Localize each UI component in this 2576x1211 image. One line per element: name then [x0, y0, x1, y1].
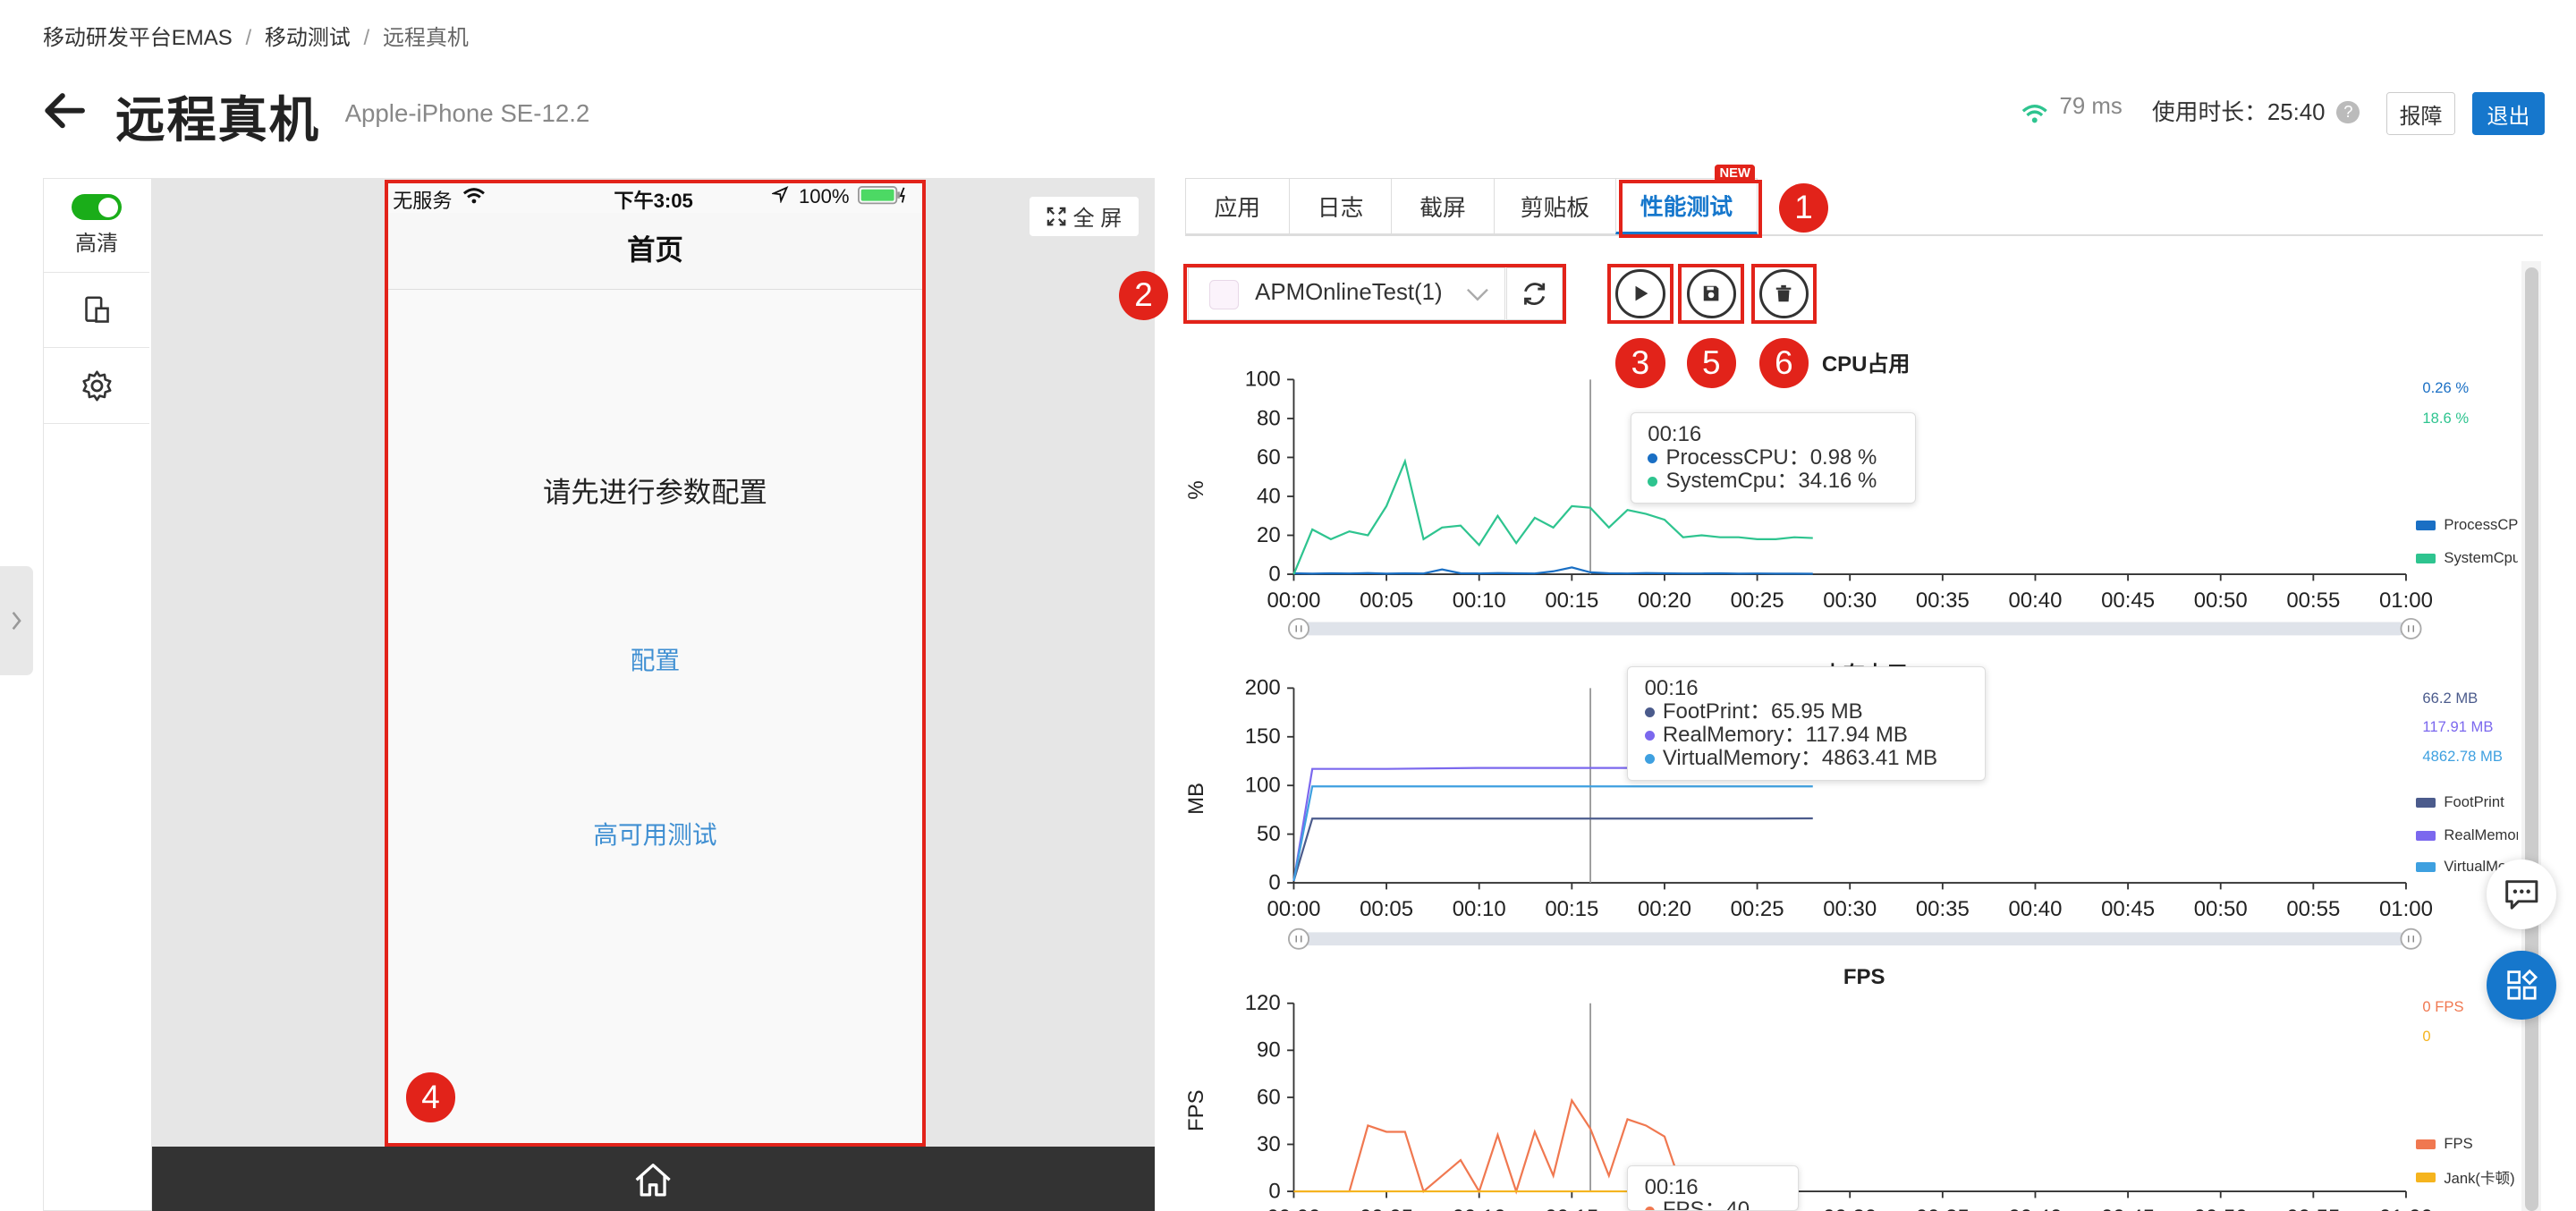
memory-tooltip-line: FootPrint：65.95 MB [1645, 700, 1969, 724]
fps-x-tick-label: 00:35 [1916, 1206, 1970, 1211]
cpu-tooltip-line: ProcessCPU：0.98 % [1648, 446, 1898, 470]
fps-y-tick-label: 30 [1257, 1132, 1281, 1156]
grid-apps-icon [2505, 969, 2538, 1002]
memory-x-tick-label: 00:50 [2194, 897, 2248, 921]
chat-icon [2504, 878, 2540, 911]
memory-x-tick-label: 00:15 [1545, 897, 1598, 921]
cpu-series-line-0 [1293, 567, 1812, 573]
cpu-tooltip-line: SystemCpu：34.16 % [1648, 470, 1898, 493]
chat-fab-button[interactable] [2487, 860, 2555, 928]
cpu-x-tick-label: 00:30 [1823, 589, 1877, 613]
cpu-x-tick-label: 00:10 [1453, 589, 1506, 613]
memory-x-tick-label: 00:30 [1823, 897, 1877, 921]
legend-item-fps[interactable]: FPS [2416, 1135, 2473, 1153]
memory-x-tick-label: 00:20 [1638, 897, 1691, 921]
memory-y-tick-label: 100 [1245, 774, 1281, 798]
fps-x-tick-label: 00:45 [2101, 1206, 2155, 1211]
cpu-tooltip-time: 00:16 [1648, 423, 1898, 446]
cpu-x-tick-label: 00:05 [1360, 589, 1413, 613]
cpu-x-tick-label: 00:25 [1731, 589, 1784, 613]
fps-tooltip-time: 00:16 [1645, 1176, 1782, 1199]
cpu-x-tick-label: 00:45 [2101, 589, 2155, 613]
cpu-range-slider-handle[interactable] [1289, 619, 1309, 639]
legend-item-realmemory[interactable]: RealMemory [2416, 826, 2518, 844]
cpu-y-tick-label: 80 [1257, 406, 1281, 430]
memory-tooltip: 00:16 FootPrint：65.95 MB RealMemory：117.… [1627, 666, 1985, 780]
memory-y-tick-label: 0 [1268, 870, 1280, 894]
fps-x-tick-label: 00:50 [2194, 1206, 2248, 1211]
fps-x-tick-label: 00:15 [1545, 1206, 1598, 1211]
cpu-x-tick-label: 00:55 [2286, 589, 2340, 613]
performance-charts: 0 20 40 60 80 100 00:00 00:05 00:10 00:15 00:20 00:… [0, 0, 2576, 1211]
cpu-y-tick-label: 60 [1257, 445, 1281, 470]
cpu-legend-value-system: 18.6 % [2422, 410, 2469, 428]
memory-tooltip-line: VirtualMemory：4863.41 MB [1645, 747, 1969, 770]
memory-range-slider-handle[interactable] [1289, 929, 1309, 949]
fps-x-tick-label: 00:30 [1823, 1206, 1877, 1211]
memory-y-tick-label: 150 [1245, 724, 1281, 749]
memory-series-line-1 [1293, 768, 1812, 881]
fps-y-tick-label: 120 [1245, 991, 1281, 1015]
cpu-y-tick-label: 100 [1245, 368, 1281, 392]
cpu-y-tick-label: 0 [1268, 562, 1280, 586]
fps-x-tick-label: 00:10 [1453, 1206, 1506, 1211]
legend-item-processcpu[interactable]: ProcessCPU [2416, 516, 2518, 534]
fps-chart-title: FPS [1843, 965, 1885, 990]
memory-series-line-2 [1293, 786, 1812, 881]
legend-column: ProcessCPU SystemCpu FootPrint RealMemor… [2412, 495, 2518, 1211]
charts-scrollbar-track[interactable] [2521, 261, 2541, 1211]
cpu-x-tick-label: 00:40 [2008, 589, 2062, 613]
cpu-y-axis-label: % [1184, 480, 1208, 499]
memory-x-tick-label: 00:10 [1453, 897, 1506, 921]
memory-y-axis-label: MB [1184, 783, 1208, 815]
cpu-x-tick-label: 00:00 [1267, 589, 1320, 613]
apps-fab-button[interactable] [2487, 951, 2555, 1020]
cpu-x-tick-label: 00:35 [1916, 589, 1970, 613]
memory-x-tick-label: 00:55 [2286, 897, 2340, 921]
fps-tooltip: 00:16 FPS：40 FPS [1627, 1165, 1799, 1211]
cpu-x-tick-label: 00:15 [1545, 589, 1598, 613]
fps-x-tick-label: 00:55 [2286, 1206, 2340, 1211]
cpu-chart-title: CPU占用 [1822, 346, 1911, 377]
cpu-tooltip: 00:16 ProcessCPU：0.98 % SystemCpu：34.16 … [1631, 412, 1916, 504]
memory-x-tick-label: 00:35 [1916, 897, 1970, 921]
cpu-range-slider-track [1297, 622, 2406, 636]
cpu-x-tick-label: 00:20 [1638, 589, 1691, 613]
memory-tooltip-time: 00:16 [1645, 677, 1969, 700]
memory-x-tick-label: 00:40 [2008, 897, 2062, 921]
legend-item-footprint[interactable]: FootPrint [2416, 793, 2504, 811]
legend-item-jank[interactable]: Jank(卡顿) [2416, 1166, 2515, 1188]
charts-scrollbar-thumb[interactable] [2525, 267, 2538, 1211]
memory-y-tick-label: 200 [1245, 676, 1281, 700]
cpu-legend-value-process: 0.26 % [2422, 379, 2469, 397]
memory-y-tick-label: 50 [1257, 822, 1281, 846]
memory-x-tick-label: 00:25 [1731, 897, 1784, 921]
fps-y-axis-label: FPS [1184, 1089, 1208, 1131]
memory-x-tick-label: 00:00 [1267, 897, 1320, 921]
memory-x-tick-label: 00:05 [1360, 897, 1413, 921]
memory-tooltip-line: RealMemory：117.94 MB [1645, 724, 1969, 747]
memory-range-slider-track [1297, 932, 2406, 945]
fps-x-tick-label: 00:00 [1267, 1206, 1320, 1211]
fps-y-tick-label: 60 [1257, 1085, 1281, 1109]
cpu-y-tick-label: 40 [1257, 484, 1281, 508]
legend-item-systemcpu[interactable]: SystemCpu [2416, 549, 2518, 567]
fps-x-tick-label: 00:05 [1360, 1206, 1413, 1211]
memory-x-tick-label: 00:45 [2101, 897, 2155, 921]
cpu-x-tick-label: 00:50 [2194, 589, 2248, 613]
memory-series-line-0 [1293, 818, 1812, 881]
fps-y-tick-label: 0 [1268, 1179, 1280, 1203]
fps-x-tick-label: 00:40 [2008, 1206, 2062, 1211]
fps-y-tick-label: 90 [1257, 1038, 1281, 1063]
cpu-y-tick-label: 20 [1257, 523, 1281, 547]
